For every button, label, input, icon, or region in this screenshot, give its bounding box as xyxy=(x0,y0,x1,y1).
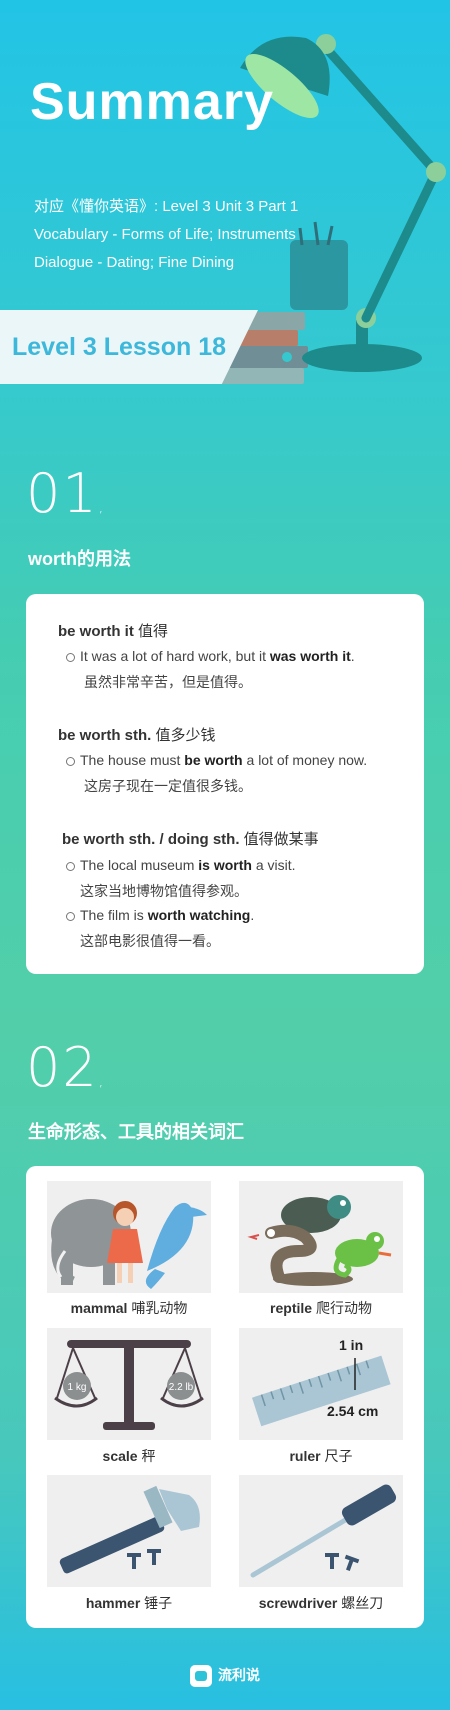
vocabulary-card: mammal 哺乳动物 reptile 爬行动物 1 kg 2.2 lb sca… xyxy=(26,1166,424,1628)
screwdriver-tile xyxy=(239,1475,403,1587)
example-en: The local museum is worth a visit. xyxy=(80,857,296,873)
section-title: 生命形态、工具的相关词汇 xyxy=(28,1122,244,1142)
phrase-heading: be worth sth. 值多少钱 xyxy=(58,724,216,745)
phrase-heading: be worth sth. / doing sth. 值得做某事 xyxy=(62,828,319,849)
section-number-text: 01 xyxy=(26,462,99,525)
example-zh: 这房子现在一定值很多钱。 xyxy=(84,778,252,794)
phrase-zh: 值多少钱 xyxy=(151,727,216,744)
brand-name: 流利说 xyxy=(218,1667,260,1683)
mammal-label: mammal 哺乳动物 xyxy=(70,1300,188,1316)
screwdriver-icon xyxy=(250,1484,397,1578)
hero-course-line: 对应《懂你英语》: Level 3 Unit 3 Part 1 xyxy=(34,198,299,215)
section-number: 02, xyxy=(26,1036,106,1099)
phrase-en: be worth it xyxy=(58,623,134,640)
phrase-zh: 值得 xyxy=(133,623,168,640)
hero-dialogue-line: Dialogue - Dating; Fine Dining xyxy=(34,254,235,271)
footer: 流利说 xyxy=(0,1665,450,1688)
bullet-icon xyxy=(66,912,75,921)
bullet-icon xyxy=(66,653,75,662)
ruler-top-label: 1 in xyxy=(339,1337,363,1353)
hero-banner: Summary 对应《懂你英语》: Level 3 Unit 3 Part 1 … xyxy=(0,0,450,420)
example-zh: 这部电影很值得一看。 xyxy=(80,933,220,949)
phrase-zh: 值得做某事 xyxy=(239,831,319,848)
worth-usage-card: be worth it 值得 It was a lot of hard work… xyxy=(26,594,424,974)
reptile-tile xyxy=(239,1181,403,1293)
phrase-en: be worth sth. xyxy=(58,727,152,744)
scale-tile: 1 kg 2.2 lb xyxy=(47,1328,211,1440)
ruler-icon: 1 in 2.54 cm xyxy=(252,1337,391,1427)
screwdriver-label: screwdriver 螺丝刀 xyxy=(258,1595,384,1611)
hammer-tile xyxy=(47,1475,211,1587)
example-en: It was a lot of hard work, but it was wo… xyxy=(80,648,355,664)
section-number-text: 02 xyxy=(26,1036,99,1099)
reptile-label: reptile 爬行动物 xyxy=(270,1300,372,1316)
mammal-icon xyxy=(51,1199,207,1289)
example-en: The film is worth watching. xyxy=(80,907,255,923)
ruler-label: ruler 尺子 xyxy=(289,1448,353,1464)
ruler-tile: 1 in 2.54 cm xyxy=(239,1328,403,1440)
scale-icon: 1 kg 2.2 lb xyxy=(54,1340,204,1430)
reptile-icon xyxy=(247,1195,392,1286)
bullet-icon xyxy=(66,757,75,766)
section-number: 01, xyxy=(26,462,106,525)
hammer-label: hammer 锤子 xyxy=(85,1595,173,1611)
example-zh: 虽然非常辛苦，但是值得。 xyxy=(84,674,252,690)
hero-vocabulary-line: Vocabulary - Forms of Life; Instruments xyxy=(34,226,296,243)
mammal-tile xyxy=(47,1181,211,1293)
ruler-bottom-label: 2.54 cm xyxy=(327,1403,378,1419)
scale-right-label: 2.2 lb xyxy=(169,1382,194,1393)
phrase-heading: be worth it 值得 xyxy=(58,620,168,641)
hammer-icon xyxy=(59,1485,200,1574)
phrase-en: be worth sth. / doing sth. xyxy=(62,831,240,848)
example-en: The house must be worth a lot of money n… xyxy=(80,752,368,768)
lesson-label: Level 3 Lesson 18 xyxy=(12,333,227,361)
page-title: Summary xyxy=(30,73,274,131)
scale-label: scale 秤 xyxy=(102,1448,156,1464)
brand-logo-icon xyxy=(190,1665,212,1688)
example-zh: 这家当地博物馆值得参观。 xyxy=(80,883,248,899)
scale-left-label: 1 kg xyxy=(68,1382,87,1393)
section-title: worth的用法 xyxy=(28,549,131,569)
bullet-icon xyxy=(66,862,75,871)
